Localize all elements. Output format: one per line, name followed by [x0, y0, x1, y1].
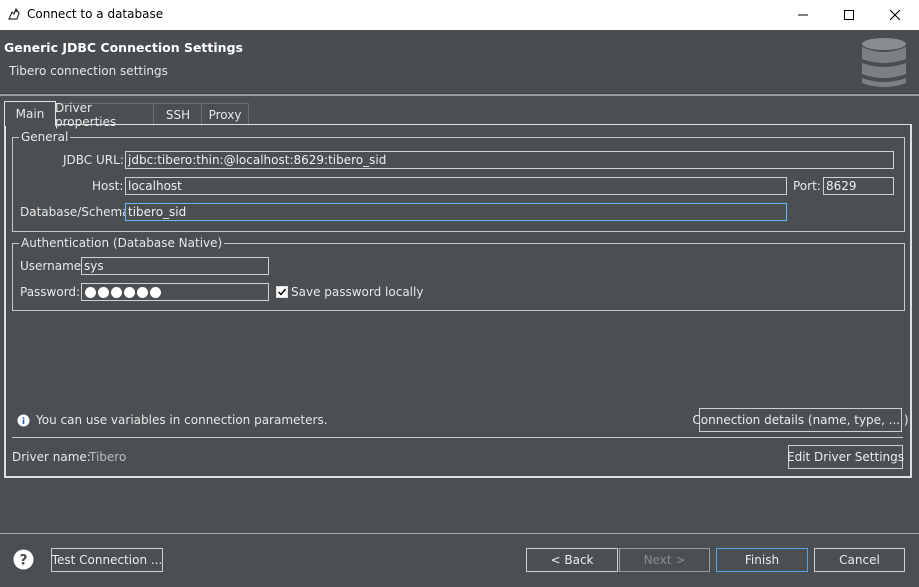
header-subtitle: Tibero connection settings — [9, 64, 168, 78]
minimize-button[interactable] — [780, 0, 826, 30]
dialog-header: Generic JDBC Connection Settings Tibero … — [0, 30, 919, 94]
tab-ssh[interactable]: SSH — [153, 103, 203, 126]
back-button[interactable]: < Back — [526, 548, 618, 572]
password-mask-dot — [137, 287, 148, 298]
save-password-checkbox[interactable] — [276, 286, 288, 298]
help-icon[interactable]: ? — [13, 549, 34, 570]
test-connection-label: Test Connection ... — [51, 553, 163, 567]
authentication-legend: Authentication (Database Native) — [21, 236, 223, 250]
next-label: Next > — [643, 553, 686, 567]
dbeaver-app-icon — [8, 7, 20, 20]
finish-label: Finish — [744, 553, 780, 567]
database-icon — [862, 38, 906, 87]
port-label: Port: — [793, 179, 821, 193]
password-input[interactable] — [81, 283, 269, 301]
tab-ssh-label: SSH — [165, 108, 191, 122]
username-input[interactable]: sys — [81, 257, 269, 275]
password-mask-dot — [111, 287, 122, 298]
tab-driver-properties[interactable]: Driver properties — [54, 101, 155, 129]
checkmark-icon — [278, 288, 287, 296]
info-icon — [17, 414, 30, 427]
next-button[interactable]: Next > — [619, 548, 710, 572]
title-bar: Connect to a database — [0, 0, 919, 30]
tab-proxy-label: Proxy — [208, 108, 242, 122]
password-mask-dot — [124, 287, 135, 298]
tab-main-label: Main — [15, 107, 45, 121]
username-label: Username: — [20, 259, 86, 273]
password-mask-dot — [85, 287, 96, 298]
edit-driver-settings-label: Edit Driver Settings — [787, 450, 905, 464]
close-icon — [889, 9, 901, 21]
password-mask-dot — [150, 287, 161, 298]
cancel-label: Cancel — [839, 553, 880, 567]
driver-name-label: Driver name: — [12, 450, 91, 464]
cancel-button[interactable]: Cancel — [814, 548, 905, 572]
host-input[interactable]: localhost — [125, 177, 787, 195]
close-button[interactable] — [872, 0, 918, 30]
tab-main[interactable]: Main — [4, 101, 56, 126]
edit-driver-settings-button[interactable]: Edit Driver Settings — [787, 445, 905, 469]
host-label: Host: — [92, 179, 124, 193]
database-schema-label: Database/Schema: — [20, 205, 134, 219]
variables-info-text: You can use variables in connection para… — [36, 413, 328, 427]
connection-details-button[interactable]: Connection details (name, type, ... ) — [692, 408, 909, 432]
database-schema-input[interactable]: tibero_sid — [125, 203, 787, 221]
connection-details-label: Connection details (name, type, ... ) — [692, 413, 909, 427]
finish-button[interactable]: Finish — [716, 548, 808, 572]
jdbc-url-input[interactable]: jdbc:tibero:thin:@localhost:8629:tibero_… — [125, 151, 894, 169]
port-input[interactable]: 8629 — [823, 177, 894, 195]
tab-proxy[interactable]: Proxy — [201, 103, 249, 126]
footer-separator — [0, 533, 919, 534]
header-separator — [0, 94, 919, 96]
password-mask-dot — [98, 287, 109, 298]
test-connection-button[interactable]: Test Connection ... — [51, 548, 163, 572]
svg-text:?: ? — [19, 553, 27, 569]
window-title: Connect to a database — [27, 7, 164, 21]
password-label: Password: — [20, 285, 81, 299]
back-label: < Back — [550, 553, 594, 567]
minimize-icon — [798, 14, 808, 16]
general-legend: General — [21, 130, 69, 144]
maximize-icon — [844, 10, 854, 20]
maximize-button[interactable] — [826, 0, 872, 30]
panel-separator — [12, 437, 903, 438]
driver-name-value: Tibero — [89, 450, 127, 464]
header-title: Generic JDBC Connection Settings — [4, 40, 243, 55]
save-password-label[interactable]: Save password locally — [291, 285, 423, 299]
jdbc-url-label: JDBC URL: — [63, 153, 124, 167]
